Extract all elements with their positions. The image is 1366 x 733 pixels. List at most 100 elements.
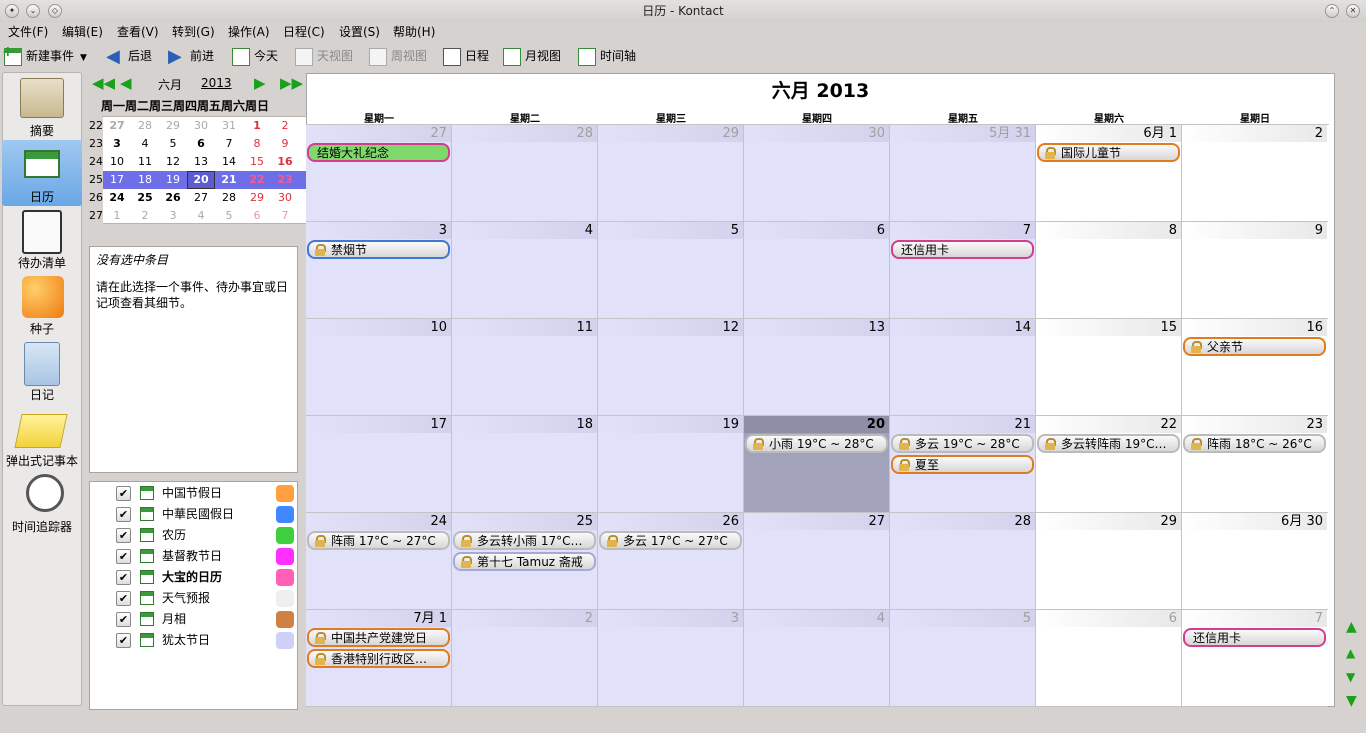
mini-week-number[interactable]: 25 <box>89 171 103 189</box>
day-cell[interactable]: 6 <box>1036 610 1182 707</box>
mini-day[interactable]: 12 <box>159 153 187 171</box>
scroll-down-fast-icon[interactable]: ▼ <box>1346 694 1362 708</box>
mini-day[interactable]: 30 <box>271 189 299 207</box>
calendar-checkbox[interactable]: ✔ <box>116 570 131 585</box>
mini-day[interactable]: 22 <box>243 171 271 189</box>
calendar-checkbox[interactable]: ✔ <box>116 528 131 543</box>
day-cell[interactable]: 3 <box>598 610 744 707</box>
day-cell[interactable]: 5 <box>598 222 744 319</box>
day-cell[interactable]: 14 <box>890 319 1036 416</box>
day-cell[interactable]: 7 <box>1182 610 1328 707</box>
mini-day[interactable]: 3 <box>103 135 131 153</box>
calendar-event[interactable]: 结婚大礼纪念 <box>307 143 450 162</box>
mini-day[interactable]: 27 <box>187 189 215 207</box>
mini-day[interactable]: 7 <box>215 135 243 153</box>
calendar-list-item[interactable]: ✔ 基督教节日 <box>98 546 298 567</box>
mini-day[interactable]: 20 <box>187 171 215 189</box>
mini-day[interactable]: 31 <box>215 117 243 135</box>
calendar-color-swatch[interactable] <box>276 590 294 607</box>
forward-button[interactable]: ▶ 前进 <box>168 44 214 68</box>
mini-week-number[interactable]: 24 <box>89 153 103 171</box>
calendar-list-item[interactable]: ✔ 大宝的日历 <box>98 567 298 588</box>
mini-day[interactable]: 27 <box>103 117 131 135</box>
calendar-checkbox[interactable]: ✔ <box>116 549 131 564</box>
mini-week-number[interactable]: 22 <box>89 117 103 135</box>
calendar-color-swatch[interactable] <box>276 485 294 502</box>
day-cell[interactable]: 27 <box>306 125 452 222</box>
calendar-color-swatch[interactable] <box>276 632 294 649</box>
calendar-list-item[interactable]: ✔ 中国节假日 <box>98 483 298 504</box>
calendar-event[interactable]: 多云 19°C ~ 28°C <box>891 434 1034 453</box>
window-menu-icon[interactable]: ✦ <box>5 4 19 18</box>
mini-day[interactable]: 7 <box>271 207 299 225</box>
mini-day[interactable]: 28 <box>131 117 159 135</box>
calendar-event[interactable]: 小雨 19°C ~ 28°C <box>745 434 888 453</box>
new-event-button[interactable]: + 新建事件 ▼ <box>2 44 87 68</box>
mini-day[interactable]: 16 <box>271 153 299 171</box>
day-cell[interactable]: 22 <box>1036 416 1182 513</box>
day-cell[interactable]: 6月 1 <box>1036 125 1182 222</box>
mini-day[interactable]: 19 <box>159 171 187 189</box>
calendar-event[interactable]: 夏至 <box>891 455 1034 474</box>
dropdown-arrow-icon[interactable]: ▼ <box>80 53 87 63</box>
calendar-event[interactable]: 阵雨 18°C ~ 26°C <box>1183 434 1326 453</box>
scroll-up-icon[interactable]: ▲ <box>1346 646 1362 660</box>
day-cell[interactable]: 24 <box>306 513 452 610</box>
day-cell[interactable]: 11 <box>452 319 598 416</box>
back-button[interactable]: ◀ 后退 <box>106 44 152 68</box>
next-year-icon[interactable]: ▶▶ <box>280 74 303 92</box>
month-view-button[interactable]: 月视图 <box>503 44 561 68</box>
mini-week-number[interactable]: 27 <box>89 207 103 225</box>
mini-day[interactable]: 23 <box>271 171 299 189</box>
mini-day[interactable]: 5 <box>215 207 243 225</box>
day-cell[interactable]: 4 <box>744 610 890 707</box>
menu-go[interactable]: 转到(G) <box>172 22 215 42</box>
next-month-icon[interactable]: ▶ <box>254 74 266 92</box>
mini-day[interactable]: 26 <box>159 189 187 207</box>
day-cell[interactable]: 2 <box>452 610 598 707</box>
menu-view[interactable]: 查看(V) <box>117 22 159 42</box>
sidebar-item-todo[interactable]: 待办清单 <box>2 206 82 272</box>
day-cell[interactable]: 28 <box>890 513 1036 610</box>
calendar-checkbox[interactable]: ✔ <box>116 507 131 522</box>
mini-day[interactable]: 29 <box>243 189 271 207</box>
day-cell[interactable]: 27 <box>744 513 890 610</box>
calendar-list-item[interactable]: ✔ 犹太节日 <box>98 630 298 651</box>
day-view-button[interactable]: 天视图 <box>295 44 353 68</box>
day-cell[interactable]: 10 <box>306 319 452 416</box>
prev-year-icon[interactable]: ◀◀ <box>92 74 115 92</box>
mini-day[interactable]: 15 <box>243 153 271 171</box>
calendar-event[interactable]: 禁烟节 <box>307 240 450 259</box>
mini-day[interactable]: 6 <box>243 207 271 225</box>
mini-day[interactable]: 28 <box>215 189 243 207</box>
mini-day[interactable]: 5 <box>159 135 187 153</box>
day-cell[interactable]: 4 <box>452 222 598 319</box>
mini-day[interactable]: 10 <box>103 153 131 171</box>
calendar-color-swatch[interactable] <box>276 548 294 565</box>
day-cell[interactable]: 7 <box>890 222 1036 319</box>
day-cell[interactable]: 28 <box>452 125 598 222</box>
prev-month-icon[interactable]: ◀ <box>120 74 132 92</box>
menu-edit[interactable]: 编辑(E) <box>62 22 103 42</box>
calendar-list-item[interactable]: ✔ 天气预报 <box>98 588 298 609</box>
day-cell[interactable]: 6月 30 <box>1182 513 1328 610</box>
day-cell[interactable]: 15 <box>1036 319 1182 416</box>
calendar-list-item[interactable]: ✔ 农历 <box>98 525 298 546</box>
calendar-event[interactable]: 多云转小雨 17°C… <box>453 531 596 550</box>
day-cell[interactable]: 20 <box>744 416 890 513</box>
calendar-event[interactable]: 阵雨 17°C ~ 27°C <box>307 531 450 550</box>
mini-day[interactable]: 24 <box>103 189 131 207</box>
day-cell[interactable]: 18 <box>452 416 598 513</box>
menu-help[interactable]: 帮助(H) <box>393 22 435 42</box>
calendar-event[interactable]: 多云转阵雨 19°C… <box>1037 434 1180 453</box>
mini-day[interactable]: 18 <box>131 171 159 189</box>
day-cell[interactable]: 29 <box>598 125 744 222</box>
mini-month[interactable]: 六月 <box>158 76 182 93</box>
sidebar-item-timetracker[interactable]: 时间追踪器 <box>2 470 82 536</box>
mini-day[interactable]: 13 <box>187 153 215 171</box>
calendar-color-swatch[interactable] <box>276 506 294 523</box>
menu-file[interactable]: 文件(F) <box>8 22 48 42</box>
mini-day[interactable]: 1 <box>103 207 131 225</box>
mini-day[interactable]: 21 <box>215 171 243 189</box>
day-cell[interactable]: 3 <box>306 222 452 319</box>
